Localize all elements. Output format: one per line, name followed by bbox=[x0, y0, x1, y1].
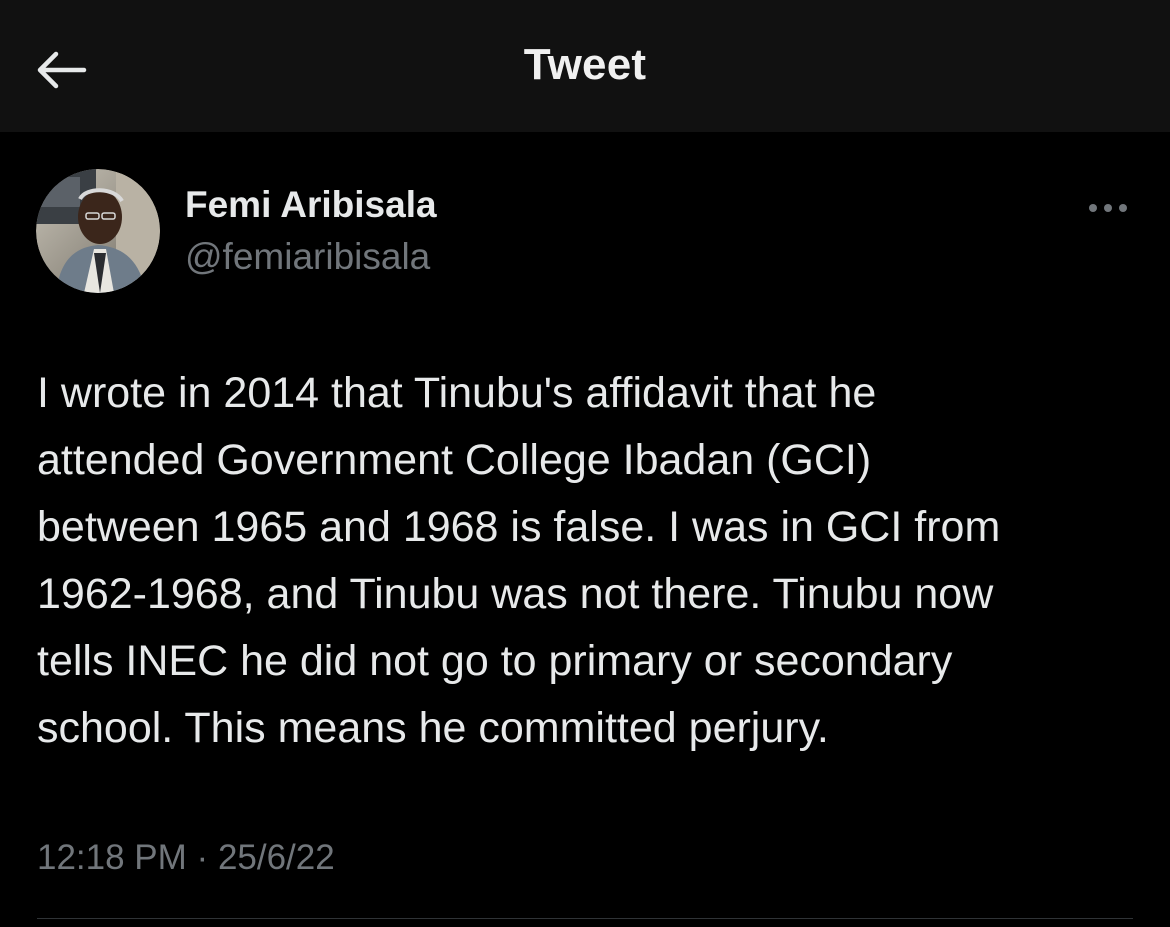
author-handle[interactable]: @femiaribisala bbox=[185, 236, 430, 278]
tweet-text: I wrote in 2014 that Tinubu's affidavit … bbox=[37, 369, 1001, 752]
avatar[interactable] bbox=[36, 169, 160, 293]
tweet-time[interactable]: 12:18 PM bbox=[37, 838, 187, 877]
author-name[interactable]: Femi Aribisala bbox=[185, 184, 437, 226]
more-options-button[interactable] bbox=[1082, 192, 1134, 224]
meta-separator: · bbox=[196, 838, 209, 877]
tweet-date[interactable]: 25/6/22 bbox=[218, 838, 335, 877]
more-horizontal-icon bbox=[1089, 204, 1127, 212]
tweet-metadata: 12:18 PM · 25/6/22 bbox=[37, 838, 335, 878]
divider bbox=[37, 918, 1133, 919]
avatar-photo bbox=[36, 169, 160, 293]
page-title: Tweet bbox=[523, 40, 647, 89]
top-bar: Tweet bbox=[0, 0, 1170, 132]
